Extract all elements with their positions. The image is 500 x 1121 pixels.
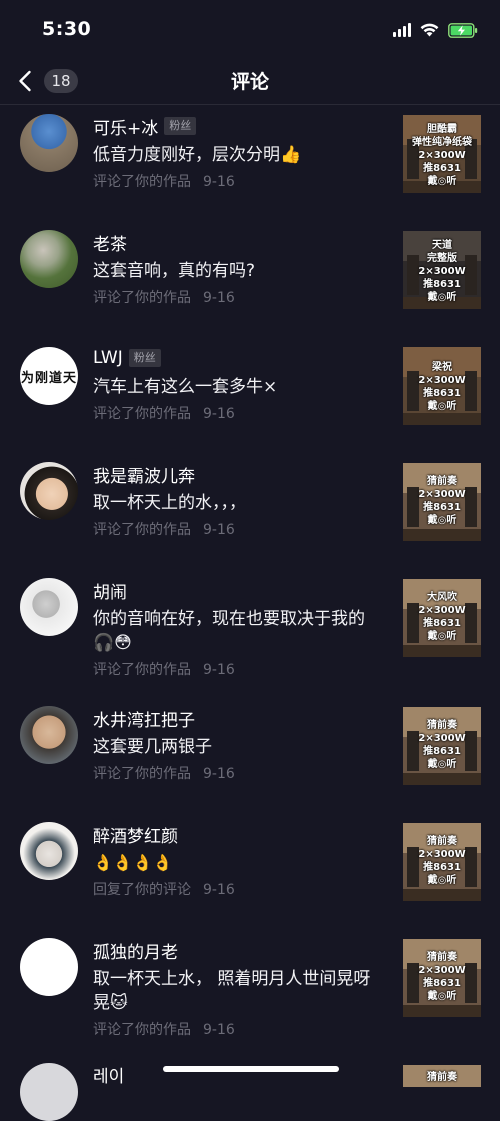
comment-meta: 评论了你的作品 9-16 bbox=[93, 763, 383, 783]
list-item[interactable]: 레이 猜前奏 bbox=[0, 1057, 500, 1121]
nav-bar: 18 评论 bbox=[0, 58, 500, 105]
video-thumbnail[interactable]: 梁祝 2×300W 推8631 戴◎听 bbox=[403, 347, 481, 425]
video-thumbnail[interactable]: 猜前奏 2×300W 推8631 戴◎听 bbox=[403, 463, 481, 541]
thumbnail-caption: 猜前奏 bbox=[427, 1072, 457, 1083]
fan-badge: 粉丝 bbox=[164, 117, 197, 135]
avatar[interactable] bbox=[20, 938, 78, 996]
username[interactable]: 胡闹 bbox=[93, 578, 127, 603]
avatar[interactable]: 为刚道天 bbox=[20, 347, 78, 405]
cellular-signal-icon bbox=[393, 23, 411, 37]
video-thumbnail[interactable]: 胆酷霸 弹性纯净纸袋 2×300W 推8631 戴◎听 bbox=[403, 115, 481, 193]
list-item[interactable]: 胡闹 你的音响在好，现在也要取决于我的🎧😳 评论了你的作品 9-16 大风吹 2×3… bbox=[0, 569, 500, 709]
thumbnail-caption: 猜前奏 2×300W 推8631 戴◎听 bbox=[418, 836, 466, 886]
comment-date: 9-16 bbox=[203, 1022, 235, 1038]
comment-text: 取一杯天上的水，，， bbox=[93, 493, 246, 513]
avatar-calligraphy: 为刚道天 bbox=[20, 371, 77, 386]
list-item[interactable]: 我是霸波儿奔 取一杯天上的水，，， 评论了你的作品 9-16 猜前奏 2×300W 推… bbox=[0, 453, 500, 569]
video-thumbnail[interactable]: 猜前奏 2×300W 推8631 戴◎听 bbox=[403, 707, 481, 785]
action-text: 评论了你的作品 bbox=[93, 406, 191, 422]
action-text: 评论了你的作品 bbox=[93, 174, 191, 190]
action-text: 评论了你的作品 bbox=[93, 522, 191, 538]
avatar[interactable] bbox=[20, 230, 78, 288]
username[interactable]: 醉酒梦红颜 bbox=[93, 822, 178, 847]
username[interactable]: 水井湾扛把子 bbox=[93, 706, 195, 731]
fan-badge: 粉丝 bbox=[128, 349, 161, 367]
thumbnail-caption: 大风吹 2×300W 推8631 戴◎听 bbox=[418, 592, 466, 642]
comment-text: 你的音响在好，现在也要取决于我的🎧😳 bbox=[93, 609, 365, 653]
comment-text: 这套音响，真的有吗? bbox=[93, 261, 256, 281]
comment-date: 9-16 bbox=[203, 662, 235, 678]
comment-meta: 评论了你的作品 9-16 bbox=[93, 171, 383, 191]
comment-meta: 评论了你的作品 9-16 bbox=[93, 659, 383, 679]
comment-meta: 评论了你的作品 9-16 bbox=[93, 403, 383, 423]
thumbnail-caption: 天道 完整版 2×300W 推8631 戴◎听 bbox=[418, 240, 466, 303]
comment-date: 9-16 bbox=[203, 522, 235, 538]
battery-charging-icon bbox=[448, 22, 478, 38]
comment-text: 👌👌👌👌 bbox=[93, 853, 173, 872]
video-thumbnail[interactable]: 猜前奏 bbox=[403, 1065, 481, 1087]
list-item[interactable]: 醉酒梦红颜 👌👌👌👌 回复了你的评论 9-16 猜前奏 2×300W 推8631 戴◎听 bbox=[0, 813, 500, 929]
video-thumbnail[interactable]: 猜前奏 2×300W 推8631 戴◎听 bbox=[403, 823, 481, 901]
comment-meta: 评论了你的作品 9-16 bbox=[93, 287, 383, 307]
thumbnail-caption: 猜前奏 2×300W 推8631 戴◎听 bbox=[418, 476, 466, 526]
username[interactable]: 레이 bbox=[93, 1062, 124, 1087]
video-thumbnail[interactable]: 天道 完整版 2×300W 推8631 戴◎听 bbox=[403, 231, 481, 309]
status-bar: 5:30 bbox=[0, 0, 500, 58]
comment-meta: 回复了你的评论 9-16 bbox=[93, 879, 383, 899]
comment-text: 汽车上有这么一套多牛× bbox=[93, 377, 278, 397]
avatar[interactable] bbox=[20, 706, 78, 764]
action-text: 评论了你的作品 bbox=[93, 662, 191, 678]
wifi-icon bbox=[420, 23, 439, 37]
home-indicator bbox=[163, 1066, 339, 1072]
avatar[interactable] bbox=[20, 822, 78, 880]
comment-meta: 评论了你的作品 9-16 bbox=[93, 1019, 383, 1039]
thumbnail-caption: 猜前奏 2×300W 推8631 戴◎听 bbox=[418, 952, 466, 1002]
action-text: 评论了你的作品 bbox=[93, 766, 191, 782]
list-item[interactable]: 孤独的月老 取一杯天上水， 照着明月人世间晃呀晃🐱 评论了你的作品 9-16 猜前… bbox=[0, 929, 500, 1069]
list-item[interactable]: 水井湾扛把子 这套要几两银子 评论了你的作品 9-16 猜前奏 2×300W 推863… bbox=[0, 697, 500, 813]
username[interactable]: 老茶 bbox=[93, 230, 127, 255]
action-text: 评论了你的作品 bbox=[93, 290, 191, 306]
action-text: 评论了你的作品 bbox=[93, 1022, 191, 1038]
list-item[interactable]: 老茶 这套音响，真的有吗? 评论了你的作品 9-16 天道 完整版 2×300W 推86… bbox=[0, 221, 500, 337]
status-icons bbox=[393, 20, 478, 40]
comment-date: 9-16 bbox=[203, 882, 235, 898]
comment-date: 9-16 bbox=[203, 766, 235, 782]
thumbnail-caption: 胆酷霸 弹性纯净纸袋 2×300W 推8631 戴◎听 bbox=[412, 124, 472, 187]
action-text: 回复了你的评论 bbox=[93, 882, 191, 898]
username[interactable]: 孤独的月老 bbox=[93, 938, 178, 963]
comment-date: 9-16 bbox=[203, 290, 235, 306]
comment-date: 9-16 bbox=[203, 406, 235, 422]
page-title: 评论 bbox=[230, 71, 269, 93]
username[interactable]: 可乐+冰 bbox=[93, 114, 158, 139]
status-time: 5:30 bbox=[42, 18, 92, 40]
avatar[interactable] bbox=[20, 462, 78, 520]
avatar[interactable] bbox=[20, 1063, 78, 1121]
comment-text: 低音力度刚好，层次分明👍 bbox=[93, 145, 302, 165]
thumbnail-caption: 猜前奏 2×300W 推8631 戴◎听 bbox=[418, 720, 466, 770]
thumbnail-caption: 梁祝 2×300W 推8631 戴◎听 bbox=[418, 362, 466, 412]
comment-date: 9-16 bbox=[203, 174, 235, 190]
comment-text: 取一杯天上水， 照着明月人世间晃呀晃🐱 bbox=[93, 969, 371, 1013]
list-item[interactable]: 可乐+冰 粉丝 低音力度刚好，层次分明👍 评论了你的作品 9-16 胆酷霸 弹性纯净… bbox=[0, 105, 500, 221]
comment-meta: 评论了你的作品 9-16 bbox=[93, 519, 383, 539]
avatar[interactable] bbox=[20, 114, 78, 172]
list-item[interactable]: 为刚道天 LWJ 粉丝 汽车上有这么一套多牛× 评论了你的作品 9-16 梁祝 2×… bbox=[0, 337, 500, 453]
username[interactable]: 我是霸波儿奔 bbox=[93, 462, 195, 487]
avatar[interactable] bbox=[20, 578, 78, 636]
video-thumbnail[interactable]: 猜前奏 2×300W 推8631 戴◎听 bbox=[403, 939, 481, 1017]
comment-text: 这套要几两银子 bbox=[93, 737, 212, 757]
video-thumbnail[interactable]: 大风吹 2×300W 推8631 戴◎听 bbox=[403, 579, 481, 657]
username[interactable]: LWJ bbox=[93, 348, 123, 368]
